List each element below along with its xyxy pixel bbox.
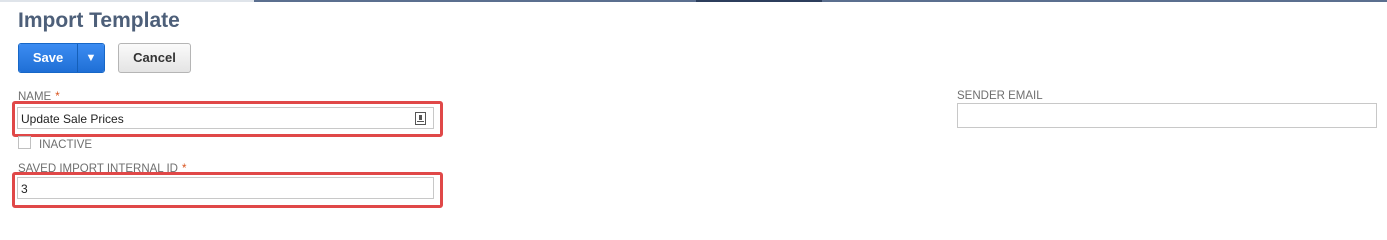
save-split-button[interactable]: Save ▼ (18, 43, 105, 73)
field-help-icon[interactable] (415, 112, 426, 125)
top-accent-bar (0, 0, 1387, 2)
cancel-button[interactable]: Cancel (118, 43, 191, 73)
page-title: Import Template (18, 9, 180, 32)
sender-email-label: SENDER EMAIL (957, 90, 1043, 102)
save-menu-arrow-icon[interactable]: ▼ (77, 44, 104, 72)
save-button[interactable]: Save (19, 44, 77, 72)
name-input[interactable]: Update Sale Prices (17, 107, 434, 129)
inactive-checkbox[interactable] (18, 136, 31, 149)
saved-import-internal-id-input[interactable]: 3 (17, 177, 434, 199)
sender-email-input[interactable] (957, 103, 1377, 128)
inactive-label: INACTIVE (39, 139, 93, 151)
